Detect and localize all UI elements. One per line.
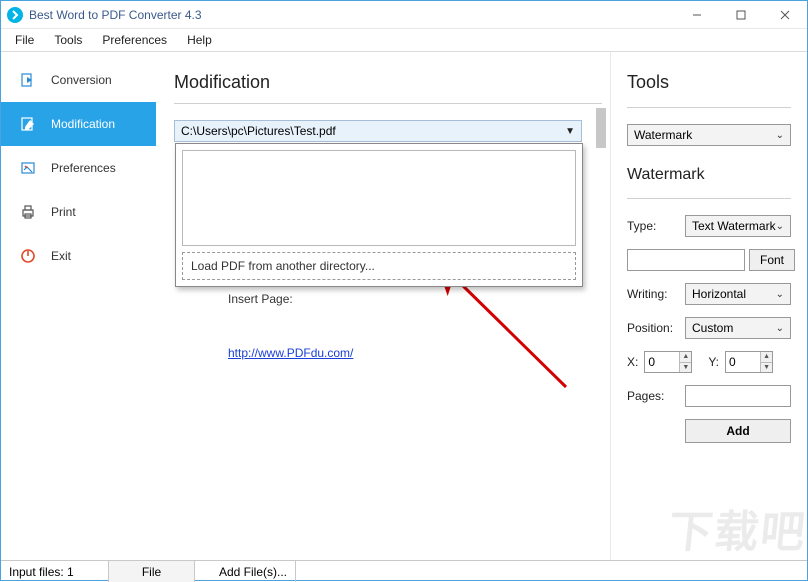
tools-selector-value: Watermark (634, 128, 692, 142)
file-dropdown[interactable]: C:\Users\pc\Pictures\Test.pdf ▼ Load PDF… (174, 120, 582, 142)
file-preview-box[interactable] (182, 150, 576, 246)
sidebar-item-label: Preferences (51, 161, 116, 175)
chevron-down-icon: ⌄ (776, 221, 784, 232)
watermark-heading: Watermark (627, 166, 791, 184)
tools-selector[interactable]: Watermark ⌄ (627, 124, 791, 146)
pdfdu-link[interactable]: http://www.PDFdu.com/ (228, 346, 353, 360)
menu-tools[interactable]: Tools (46, 31, 90, 49)
modify-icon (19, 115, 37, 133)
menu-file[interactable]: File (7, 31, 42, 49)
sidebar-item-label: Print (51, 205, 76, 219)
sidebar-item-label: Exit (51, 249, 71, 263)
sidebar-item-print[interactable]: Print (1, 190, 156, 234)
load-other-directory[interactable]: Load PDF from another directory... (182, 252, 576, 280)
exit-icon (19, 247, 37, 265)
main-scrollbar[interactable] (596, 108, 606, 550)
y-spinner[interactable]: ▲▼ (725, 351, 773, 373)
chevron-down-icon: ⌄ (776, 289, 784, 300)
position-select[interactable]: Custom ⌄ (685, 317, 791, 339)
status-file-button[interactable]: File (109, 561, 195, 582)
x-spin-down[interactable]: ▼ (680, 363, 691, 373)
maximize-button[interactable] (719, 1, 763, 28)
writing-label: Writing: (627, 287, 685, 301)
tools-heading: Tools (627, 72, 791, 93)
menu-preferences[interactable]: Preferences (94, 31, 175, 49)
x-label: X: (627, 355, 638, 369)
file-dropdown-panel: Load PDF from another directory... (175, 143, 583, 287)
convert-icon (19, 71, 37, 89)
x-spin-up[interactable]: ▲ (680, 352, 691, 363)
sidebar-item-conversion[interactable]: Conversion (1, 58, 156, 102)
y-spin-up[interactable]: ▲ (761, 352, 772, 363)
watermark-text-input[interactable] (627, 249, 745, 271)
watermark-type-value: Text Watermark (692, 219, 776, 233)
sidebar: Conversion Modification Preferences Prin… (1, 52, 156, 560)
main-panel: Modification C:\Users\pc\Pictures\Test.p… (156, 52, 611, 560)
menu-help[interactable]: Help (179, 31, 220, 49)
menubar: File Tools Preferences Help (1, 29, 807, 51)
font-button[interactable]: Font (749, 249, 795, 271)
y-label: Y: (708, 355, 719, 369)
page-heading: Modification (174, 72, 602, 93)
insert-page-label: Insert Page: (228, 292, 602, 306)
status-input-files: Input files: 1 (1, 561, 109, 582)
y-spin-down[interactable]: ▼ (761, 363, 772, 373)
statusbar: Input files: 1 File Add File(s)... (1, 560, 807, 582)
sidebar-item-modification[interactable]: Modification (1, 102, 156, 146)
pages-input[interactable] (685, 385, 791, 407)
chevron-down-icon: ⌄ (776, 130, 784, 141)
writing-value: Horizontal (692, 287, 746, 301)
sidebar-item-exit[interactable]: Exit (1, 234, 156, 278)
file-dropdown-value: C:\Users\pc\Pictures\Test.pdf (181, 124, 336, 138)
status-add-files[interactable]: Add File(s)... (195, 561, 296, 582)
type-label: Type: (627, 219, 685, 233)
window-title: Best Word to PDF Converter 4.3 (29, 8, 202, 22)
sidebar-item-label: Conversion (51, 73, 112, 87)
chevron-down-icon: ▼ (565, 126, 575, 137)
titlebar: Best Word to PDF Converter 4.3 (1, 1, 807, 29)
x-spinner[interactable]: ▲▼ (644, 351, 692, 373)
watermark-type-select[interactable]: Text Watermark ⌄ (685, 215, 791, 237)
position-label: Position: (627, 321, 685, 335)
pdfdu-link-row: http://www.PDFdu.com/ (228, 346, 602, 360)
tools-panel: Tools Watermark ⌄ Watermark Type: Text W… (611, 52, 807, 560)
position-value: Custom (692, 321, 733, 335)
pages-label: Pages: (627, 389, 685, 403)
x-input[interactable] (645, 352, 679, 372)
preferences-icon (19, 159, 37, 177)
minimize-button[interactable] (675, 1, 719, 28)
app-icon (7, 7, 23, 23)
writing-select[interactable]: Horizontal ⌄ (685, 283, 791, 305)
close-button[interactable] (763, 1, 807, 28)
y-input[interactable] (726, 352, 760, 372)
sidebar-item-preferences[interactable]: Preferences (1, 146, 156, 190)
chevron-down-icon: ⌄ (776, 323, 784, 334)
sidebar-item-label: Modification (51, 117, 115, 131)
add-button[interactable]: Add (685, 419, 791, 443)
print-icon (19, 203, 37, 221)
